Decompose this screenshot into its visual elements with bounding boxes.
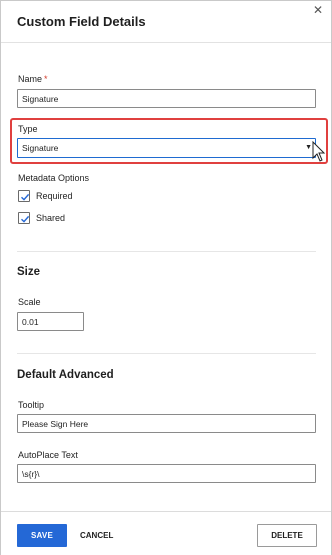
save-button[interactable]: SAVE (17, 524, 67, 547)
scale-label: Scale (18, 297, 41, 307)
mouse-pointer-icon (312, 141, 326, 162)
required-checkbox[interactable] (18, 190, 30, 202)
name-label-text: Name (18, 74, 43, 84)
shared-checkbox-label: Shared (36, 213, 66, 223)
cancel-button[interactable]: CANCEL (77, 524, 116, 547)
size-section-title: Size (17, 266, 41, 278)
dropdown-arrow-icon: ▼ (305, 144, 312, 151)
panel-title: Custom Field Details (17, 14, 146, 29)
checkmark-icon (21, 193, 30, 201)
shared-checkbox[interactable] (18, 212, 30, 224)
delete-button[interactable]: DELETE (257, 524, 317, 547)
tooltip-input[interactable] (17, 414, 316, 433)
name-label: Name * (18, 74, 48, 84)
divider (17, 353, 316, 354)
default-advanced-section-title: Default Advanced (17, 369, 114, 381)
required-checkbox-label: Required (36, 191, 73, 201)
scale-input[interactable] (17, 312, 84, 331)
panel-header: Custom Field Details ✕ (1, 1, 331, 43)
type-select[interactable]: Signature ▼ (17, 138, 316, 158)
type-select-value: Signature (22, 143, 59, 153)
required-asterisk: * (44, 74, 48, 84)
shared-checkbox-row[interactable]: Shared (18, 211, 65, 225)
custom-field-details-panel: Custom Field Details ✕ Name* Type Signat… (0, 0, 332, 555)
autoplace-text-label: AutoPlace Text (18, 450, 78, 460)
type-label: Type (18, 124, 38, 134)
autoplace-text-input[interactable] (17, 464, 316, 483)
tooltip-label: Tooltip (18, 400, 45, 410)
divider (17, 251, 316, 252)
checkmark-icon (21, 215, 30, 223)
metadata-options-label: Metadata Options (18, 173, 90, 183)
required-checkbox-row[interactable]: Required (18, 189, 73, 203)
name-input[interactable] (17, 89, 316, 108)
panel-footer: SAVE CANCEL DELETE (1, 511, 331, 555)
close-icon[interactable]: ✕ (311, 3, 325, 17)
